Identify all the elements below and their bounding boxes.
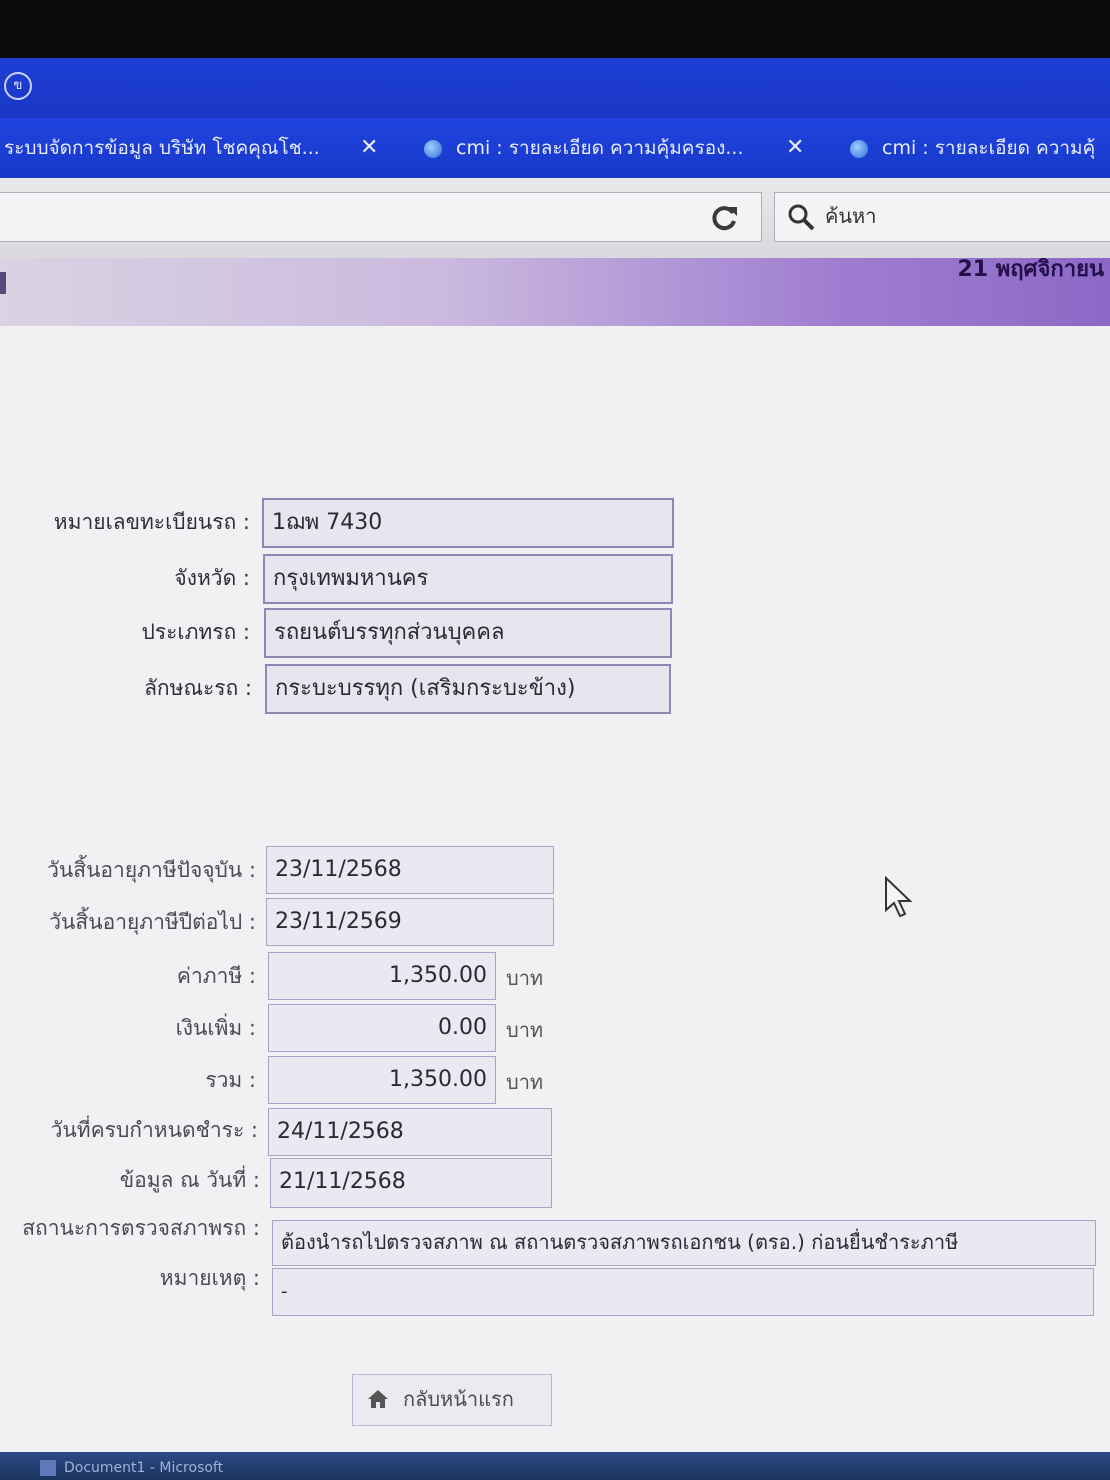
province-label: จังหวัด : xyxy=(174,566,250,590)
surcharge-currency: บาท xyxy=(506,1018,544,1042)
next-expiry-field: 23/11/2569 xyxy=(266,898,554,946)
search-icon xyxy=(788,204,815,231)
surcharge-field: 0.00 xyxy=(268,1004,496,1052)
current-expiry-field: 23/11/2568 xyxy=(266,846,554,894)
tab-cmi-coverage[interactable]: cmi : รายละเอียด ความคุ้มครอง... xyxy=(424,130,774,166)
vehicle-type-field: รถยนต์บรรทุกส่วนบุคคล xyxy=(264,608,672,658)
screen-top-edge xyxy=(0,0,1110,58)
taskbar-item-label: Document1 - Microsoft xyxy=(64,1460,224,1476)
site-favicon-icon xyxy=(850,139,868,158)
browser-tabbar: ระบบจัดการข้อมูล บริษัท โชคคุณโช... ✕ cm… xyxy=(0,118,1110,178)
remark-field: - xyxy=(272,1268,1094,1316)
browser-toolbar: ค้นหา xyxy=(0,178,1110,259)
word-document-icon xyxy=(40,1460,56,1476)
address-bar[interactable] xyxy=(0,192,762,242)
reload-icon[interactable] xyxy=(707,201,741,235)
back-to-home-label: กลับหน้าแรก xyxy=(403,1387,514,1411)
close-icon[interactable]: ✕ xyxy=(786,130,804,166)
total-currency: บาท xyxy=(506,1070,544,1094)
tab-label: ระบบจัดการข้อมูล บริษัท โชคคุณโช... xyxy=(4,137,320,159)
total-label: รวม : xyxy=(205,1068,256,1092)
banner-date: 21 พฤศจิกายน xyxy=(957,257,1104,282)
next-expiry-label: วันสิ้นอายุภาษีปีต่อไป : xyxy=(49,910,256,934)
taskbar-item-document[interactable]: Document1 - Microsoft xyxy=(40,1456,300,1480)
tax-label: ค่าภาษี : xyxy=(176,964,256,988)
window-menu-icon[interactable]: ข xyxy=(4,72,32,100)
close-icon[interactable]: ✕ xyxy=(360,130,378,166)
search-input[interactable]: ค้นหา xyxy=(774,192,1110,242)
os-taskbar: Document1 - Microsoft xyxy=(0,1452,1110,1480)
browser-titlebar: ข xyxy=(0,58,1110,118)
site-banner: 21 พฤศจิกายน xyxy=(0,258,1110,326)
total-field: 1,350.00 xyxy=(268,1056,496,1104)
inspection-status-field: ต้องนำรถไปตรวจสภาพ ณ สถานตรวจสภาพรถเอกชน… xyxy=(272,1220,1096,1266)
tab-cmi-coverage-2[interactable]: cmi : รายละเอียด ความคุ้ xyxy=(850,130,1110,166)
plate-label: หมายเลขทะเบียนรถ : xyxy=(53,510,250,534)
inspection-status-label: สถานะการตรวจสภาพรถ : xyxy=(22,1216,260,1240)
back-to-home-button[interactable]: กลับหน้าแรก xyxy=(352,1374,552,1426)
province-field: กรุงเทพมหานคร xyxy=(263,554,673,604)
site-favicon-icon xyxy=(424,139,442,158)
body-type-label: ลักษณะรถ : xyxy=(144,676,252,700)
mouse-cursor-icon xyxy=(885,876,913,918)
tab-label: cmi : รายละเอียด ความคุ้ xyxy=(882,137,1096,159)
remark-label: หมายเหตุ : xyxy=(159,1266,260,1290)
tax-amount-field: 1,350.00 xyxy=(268,952,496,1000)
body-type-field: กระบะบรรทุก (เสริมกระบะข้าง) xyxy=(265,664,671,714)
due-date-field: 24/11/2568 xyxy=(268,1108,552,1156)
surcharge-label: เงินเพิ่ม : xyxy=(175,1016,256,1040)
tax-currency: บาท xyxy=(506,966,544,990)
due-date-label: วันที่ครบกำหนดชำระ : xyxy=(50,1118,258,1142)
search-placeholder: ค้นหา xyxy=(825,204,877,228)
tab-label: cmi : รายละเอียด ความคุ้มครอง... xyxy=(456,137,744,159)
home-icon xyxy=(368,1390,388,1408)
banner-accent xyxy=(0,272,6,294)
tab-vehicle-system[interactable]: ระบบจัดการข้อมูล บริษัท โชคคุณโช... xyxy=(4,130,349,166)
data-as-of-label: ข้อมูล ณ วันที่ : xyxy=(119,1168,260,1192)
plate-field: 1ฌพ 7430 xyxy=(262,498,674,548)
vehicle-type-label: ประเภทรถ : xyxy=(141,620,251,644)
data-as-of-field: 21/11/2568 xyxy=(270,1158,552,1208)
current-expiry-label: วันสิ้นอายุภาษีปัจจุบัน : xyxy=(47,858,256,882)
